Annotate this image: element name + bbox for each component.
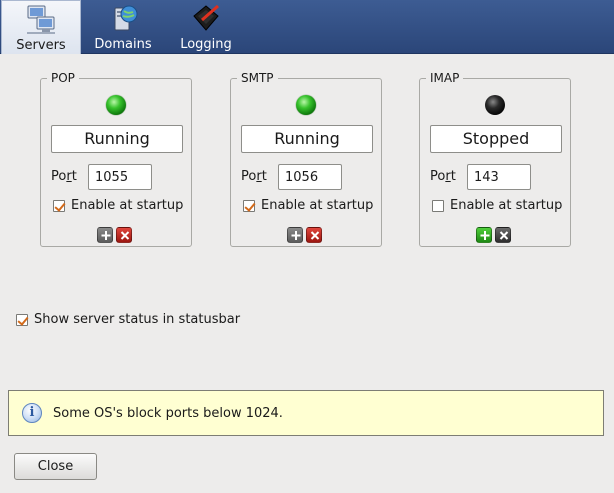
pop-startup-check-box[interactable] <box>53 199 65 212</box>
servers-icon <box>27 5 55 34</box>
pop-startup-label: Enable at startup <box>71 198 184 213</box>
imap-start-button[interactable] <box>476 227 492 243</box>
pop-status-led <box>106 95 126 115</box>
smtp-enable-startup-checkbox[interactable]: Enable at startup <box>243 198 373 213</box>
show-status-checkbox[interactable]: Show server status in statusbar <box>16 312 240 327</box>
show-status-label: Show server status in statusbar <box>34 312 241 327</box>
imap-status-display: Stopped <box>430 125 562 153</box>
smtp-port-label: Port <box>241 169 267 184</box>
tab-domains[interactable]: Domains <box>86 0 160 54</box>
tab-servers[interactable]: Servers <box>1 0 81 54</box>
imap-status-led <box>485 95 505 115</box>
pop-status-display: Running <box>51 125 183 153</box>
logging-icon <box>193 4 219 31</box>
tab-domains-label: Domains <box>94 37 152 52</box>
pop-port-label: Port <box>51 169 77 184</box>
toolbar: Servers Domains Logging <box>0 0 614 54</box>
smtp-startup-check-box[interactable] <box>243 199 255 212</box>
smtp-group-title: SMTP <box>237 70 278 86</box>
plus-icon <box>480 231 490 240</box>
pop-enable-startup-checkbox[interactable]: Enable at startup <box>53 198 183 213</box>
pop-port-input[interactable] <box>88 164 152 190</box>
pop-stop-button[interactable] <box>116 227 132 243</box>
smtp-port-input[interactable] <box>278 164 342 190</box>
close-button[interactable]: Close <box>14 453 97 480</box>
imap-startup-check-box[interactable] <box>432 199 444 212</box>
info-icon: i <box>22 403 42 423</box>
tab-logging-label: Logging <box>180 37 232 52</box>
pop-group-title: POP <box>47 70 79 86</box>
imap-startup-label: Enable at startup <box>450 198 563 213</box>
smtp-stop-button[interactable] <box>306 227 322 243</box>
imap-port-label: Port <box>430 169 456 184</box>
pop-start-button[interactable] <box>97 227 113 243</box>
pop-server-group: POP Running Port Enable at startup <box>40 70 192 247</box>
info-bar: i Some OS's block ports below 1024. <box>8 390 604 436</box>
imap-enable-startup-checkbox[interactable]: Enable at startup <box>432 198 562 213</box>
close-icon <box>310 231 320 240</box>
smtp-startup-label: Enable at startup <box>261 198 374 213</box>
close-icon <box>499 231 509 240</box>
imap-stop-button[interactable] <box>495 227 511 243</box>
smtp-start-button[interactable] <box>287 227 303 243</box>
info-message: Some OS's block ports below 1024. <box>53 405 283 421</box>
imap-server-group: IMAP Stopped Port Enable at startup <box>419 70 571 247</box>
plus-icon <box>101 231 111 240</box>
tab-logging[interactable]: Logging <box>170 0 242 54</box>
domains-icon <box>114 5 138 31</box>
close-icon <box>120 231 130 240</box>
imap-port-input[interactable] <box>467 164 531 190</box>
smtp-status-led <box>296 95 316 115</box>
imap-group-title: IMAP <box>426 70 464 86</box>
smtp-server-group: SMTP Running Port Enable at startup <box>230 70 382 247</box>
show-status-check-box[interactable] <box>16 313 28 326</box>
smtp-status-display: Running <box>241 125 373 153</box>
plus-icon <box>291 231 301 240</box>
tab-servers-label: Servers <box>16 38 66 53</box>
